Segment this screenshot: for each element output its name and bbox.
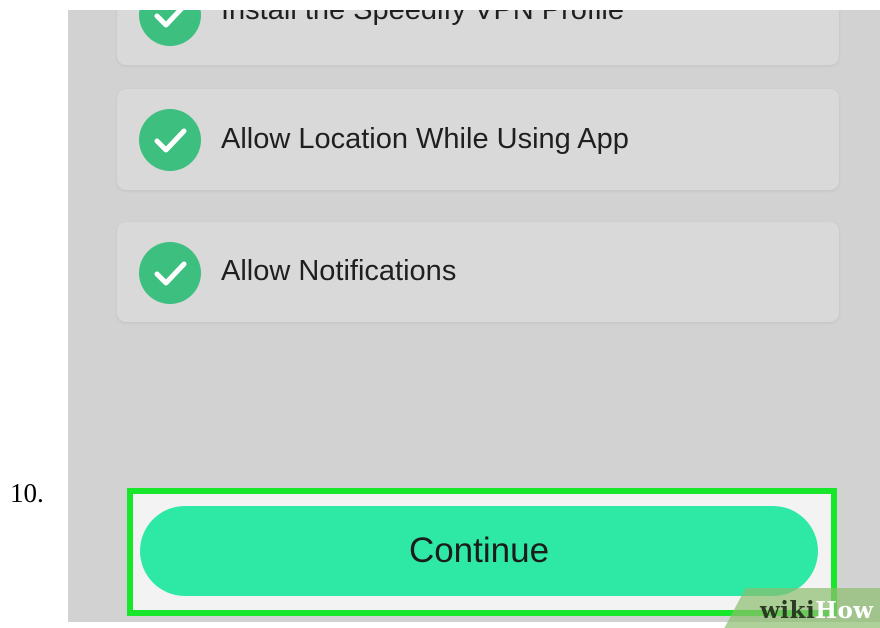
watermark-how: How (815, 597, 874, 624)
checklist-item-vpn-profile[interactable]: Install the Speedify VPN Profile (117, 10, 839, 65)
step-number: 10. (10, 478, 44, 508)
checklist-item-label: Install the Speedify VPN Profile (221, 10, 624, 26)
checklist-item-label: Allow Notifications (221, 255, 457, 287)
checklist-item-notifications[interactable]: Allow Notifications (117, 222, 839, 322)
checkmark-icon (139, 10, 201, 46)
checklist-item-location[interactable]: Allow Location While Using App (117, 89, 839, 190)
checkmark-icon (139, 109, 201, 171)
checkmark-icon (139, 242, 201, 304)
continue-button[interactable]: Continue (140, 506, 818, 596)
watermark-wiki: wiki (760, 597, 816, 624)
checklist-item-label: Allow Location While Using App (221, 123, 629, 155)
wikihow-logo: wikiHow (760, 597, 874, 624)
